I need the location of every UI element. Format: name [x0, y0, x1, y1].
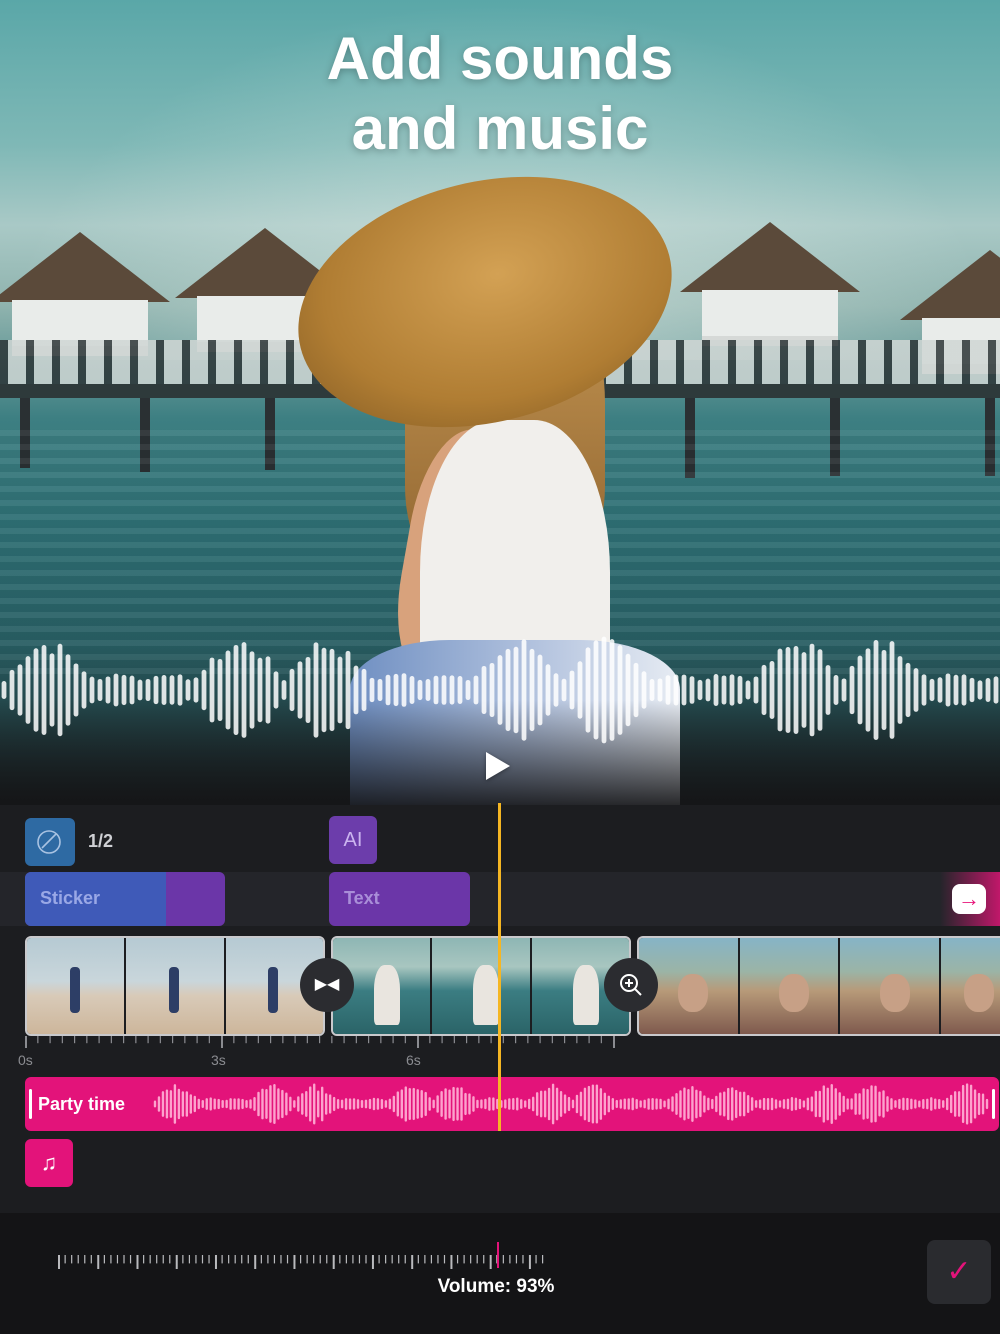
music-note-icon[interactable]: ♫ — [25, 1139, 73, 1187]
sticker-clip[interactable]: Sticker — [25, 872, 225, 926]
ruler-label-0s: 0s — [18, 1052, 33, 1068]
play-icon[interactable] — [486, 752, 510, 780]
audio-track-label: Party time — [38, 1094, 126, 1114]
clip-frame — [940, 938, 1000, 1034]
playhead[interactable] — [498, 803, 501, 1131]
clip-frame — [126, 938, 226, 1034]
volume-slider-marker[interactable] — [497, 1242, 499, 1268]
headline: Add sounds and music — [0, 24, 1000, 164]
clip-frame — [432, 938, 532, 1034]
transition-icon[interactable]: ▶◀ — [300, 958, 354, 1012]
audio-waveform-overlay — [1, 636, 999, 744]
volume-slider[interactable] — [58, 1255, 544, 1269]
clip-frame — [27, 938, 127, 1034]
text-clip-label: Text — [344, 888, 380, 908]
sticker-button[interactable] — [25, 818, 75, 866]
sticker-count: 1/2 — [88, 831, 114, 851]
text-tool-button[interactable]: AI — [329, 816, 377, 864]
audio-track[interactable]: Party time — [25, 1077, 999, 1131]
audio-trim-handle-left[interactable] — [29, 1089, 32, 1119]
audio-track-waveform — [153, 1083, 989, 1125]
text-cursor-icon: AI — [343, 829, 363, 851]
sticker-icon — [37, 830, 61, 854]
headline-line-1: Add sounds — [326, 25, 674, 92]
video-preview[interactable]: Add sounds and music — [0, 0, 1000, 805]
volume-panel — [0, 1213, 1000, 1334]
ruler-label-3s: 3s — [211, 1052, 226, 1068]
ruler-label-6s: 6s — [406, 1052, 421, 1068]
audio-trim-handle-right[interactable] — [992, 1089, 995, 1119]
clip-frame — [840, 938, 941, 1034]
checkmark-icon[interactable]: ✓ — [927, 1240, 991, 1304]
clip-frame — [739, 938, 841, 1034]
video-clip-desert[interactable] — [637, 936, 1000, 1036]
arrow-right-icon[interactable]: → — [952, 884, 986, 914]
zoom-in-icon[interactable] — [604, 958, 658, 1012]
volume-label: Volume: 93% — [437, 1276, 555, 1297]
text-clip[interactable]: Text — [329, 872, 470, 926]
video-clip-pier[interactable] — [331, 936, 631, 1036]
sticker-clip-label: Sticker — [40, 888, 101, 908]
headline-line-2: and music — [351, 95, 649, 162]
video-clip-beach[interactable] — [25, 936, 325, 1036]
time-ruler — [25, 1036, 615, 1048]
